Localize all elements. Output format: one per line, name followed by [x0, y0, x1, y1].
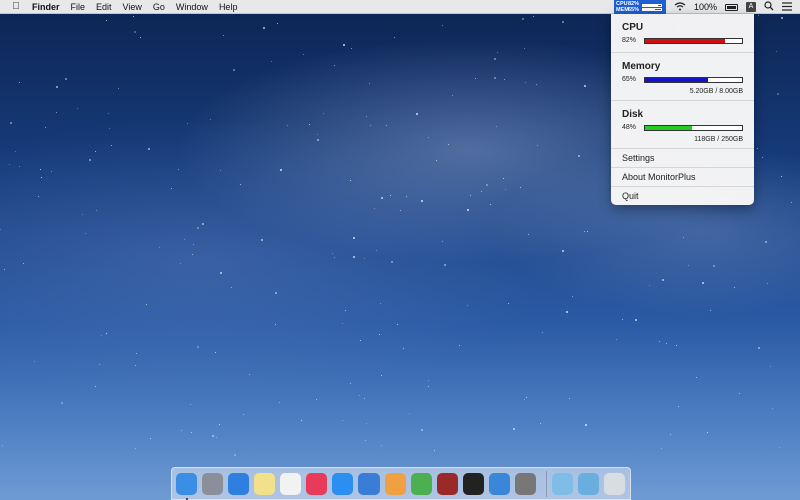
memory-detail: 5.20GB / 8.00GB: [689, 88, 743, 95]
keynote-icon[interactable]: [358, 472, 380, 495]
menu-view[interactable]: View: [123, 2, 142, 12]
memory-section: Memory 65% 5.20GB / 8.00GB: [611, 53, 754, 101]
notes-icon[interactable]: [254, 472, 276, 495]
disk-usage-bar: [644, 124, 743, 131]
app-store-icon[interactable]: [332, 472, 354, 495]
cpu-usage-bar: [644, 37, 743, 44]
menu-file[interactable]: File: [71, 2, 86, 12]
status-mem-value: 65%: [627, 7, 639, 13]
menu-go[interactable]: Go: [153, 2, 165, 12]
launchpad-icon[interactable]: [202, 472, 224, 495]
settings-menu-item[interactable]: Settings: [611, 149, 754, 168]
pages-icon[interactable]: [384, 472, 406, 495]
status-mem-minibar: [641, 7, 662, 11]
memory-usage-bar: [644, 76, 743, 83]
terminal-icon[interactable]: [462, 472, 484, 495]
system-preferences-icon[interactable]: [514, 472, 536, 495]
spotlight-search-icon[interactable]: [764, 1, 774, 13]
apple-menu-icon[interactable]: : [10, 1, 22, 12]
cpu-section: CPU 82%: [611, 14, 754, 53]
xcode-icon[interactable]: [488, 472, 510, 495]
safari-icon[interactable]: [228, 472, 250, 495]
menu-bar:  Finder File Edit View Go Window Help C…: [0, 0, 800, 14]
numbers-icon[interactable]: [410, 472, 432, 495]
battery-icon[interactable]: [725, 3, 738, 11]
dictionary-icon[interactable]: [436, 472, 458, 495]
monitorplus-dropdown-menu: CPU 82% Memory 65% 5.20GB / 8.00GB Disk …: [611, 14, 754, 205]
dock-separator: [545, 470, 547, 497]
running-indicator: [186, 497, 188, 500]
notification-center-icon[interactable]: [782, 1, 792, 13]
disk-title: Disk: [622, 109, 644, 120]
monitorplus-status-item[interactable]: CPU MEM 82% 65%: [613, 0, 666, 14]
battery-percent[interactable]: 100%: [694, 2, 717, 12]
status-cpu-minibar: [641, 3, 662, 7]
app-menu-finder[interactable]: Finder: [32, 2, 60, 12]
menu-help[interactable]: Help: [219, 2, 238, 12]
disk-section: Disk 48% 118GB / 250GB: [611, 101, 754, 149]
trash-icon[interactable]: [603, 472, 626, 495]
disk-percent: 48%: [622, 124, 637, 131]
textedit-icon[interactable]: [280, 472, 302, 495]
menu-edit[interactable]: Edit: [96, 2, 112, 12]
about-menu-item[interactable]: About MonitorPlus: [611, 168, 754, 187]
dock: [171, 467, 631, 500]
input-source-icon[interactable]: A: [746, 2, 756, 12]
menu-window[interactable]: Window: [176, 2, 208, 12]
status-mem-label: MEM: [615, 7, 629, 13]
quit-menu-item[interactable]: Quit: [611, 187, 754, 206]
itunes-icon[interactable]: [306, 472, 328, 495]
cpu-title: CPU: [622, 22, 644, 33]
memory-title: Memory: [622, 61, 661, 72]
downloads-icon[interactable]: [577, 472, 599, 495]
finder-icon[interactable]: [176, 472, 198, 500]
cpu-percent: 82%: [622, 37, 637, 44]
memory-percent: 65%: [622, 76, 637, 83]
folder-icon[interactable]: [551, 472, 573, 495]
disk-detail: 118GB / 250GB: [694, 136, 743, 143]
wifi-icon[interactable]: [674, 1, 686, 13]
